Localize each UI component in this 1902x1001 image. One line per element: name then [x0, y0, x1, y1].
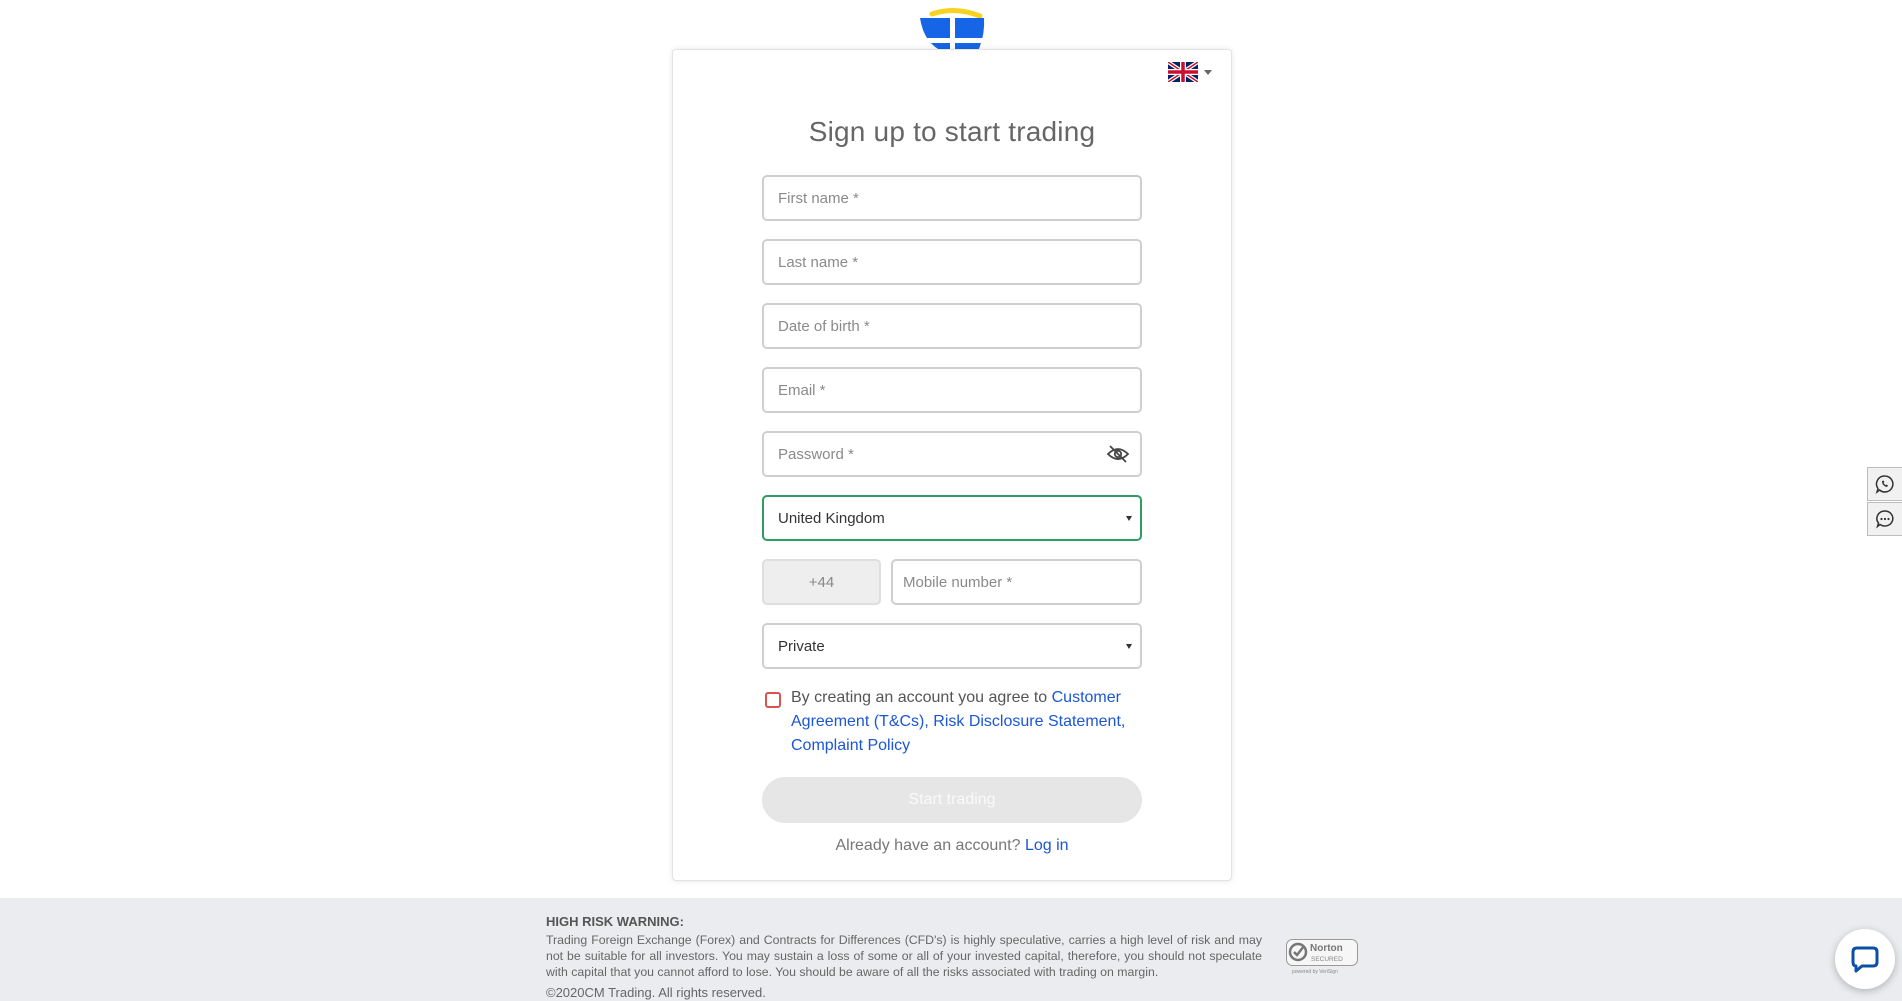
- login-prompt-text: Already have an account?: [835, 837, 1021, 854]
- last-name-input[interactable]: [764, 241, 1140, 283]
- livechat-bubble-icon: [1851, 946, 1879, 973]
- language-selector[interactable]: [1168, 62, 1212, 82]
- norton-secured-badge: Norton SECURED powered by VeriSign: [1286, 939, 1358, 975]
- norton-powered: powered by VeriSign: [1292, 969, 1338, 975]
- login-link[interactable]: Log in: [1025, 837, 1069, 854]
- terms-checkbox[interactable]: [765, 692, 781, 708]
- norton-brand: Norton: [1310, 943, 1343, 954]
- phone-prefix: +44: [762, 559, 881, 605]
- page-title: Sign up to start trading: [808, 116, 1096, 147]
- mobile-number-input[interactable]: [893, 561, 1140, 603]
- mobile-field-wrapper: [891, 559, 1142, 605]
- password-field-wrapper: [762, 431, 1142, 477]
- eye-icon[interactable]: [1106, 444, 1130, 464]
- chat-icon: [1876, 510, 1894, 529]
- account-type-select[interactable]: Private: [762, 623, 1142, 669]
- copyright: ©2020CM Trading. All rights reserved.: [546, 985, 766, 1000]
- country-select-value: United Kingdom: [778, 509, 885, 527]
- first-name-field-wrapper: [762, 175, 1142, 221]
- first-name-input[interactable]: [764, 177, 1140, 219]
- risk-warning-title: HIGH RISK WARNING:: [546, 914, 684, 929]
- risk-disclosure-link[interactable]: Risk Disclosure Statement,: [933, 713, 1125, 730]
- livechat-bubble[interactable]: [1835, 929, 1895, 989]
- chevron-down-icon: [1204, 69, 1212, 75]
- chevron-down-icon: [1126, 644, 1132, 649]
- uk-flag-icon: [1168, 62, 1198, 82]
- account-type-value: Private: [778, 637, 825, 655]
- chat-button[interactable]: [1867, 502, 1902, 536]
- terms-text: By creating an account you agree to Cust…: [791, 686, 1141, 758]
- start-trading-button[interactable]: Start trading: [762, 777, 1142, 823]
- password-input[interactable]: [764, 433, 1140, 475]
- risk-warning-text: Trading Foreign Exchange (Forex) and Con…: [546, 933, 1262, 979]
- country-select[interactable]: United Kingdom: [762, 495, 1142, 541]
- email-field-wrapper: [762, 367, 1142, 413]
- terms-intro: By creating an account you agree to: [791, 689, 1052, 706]
- date-of-birth-input[interactable]: [764, 305, 1140, 347]
- login-prompt: Already have an account? Log in: [672, 837, 1232, 855]
- whatsapp-button[interactable]: [1867, 467, 1902, 501]
- complaint-policy-link[interactable]: Complaint Policy: [791, 737, 910, 754]
- dob-field-wrapper: [762, 303, 1142, 349]
- chevron-down-icon: [1126, 516, 1132, 521]
- whatsapp-icon: [1875, 475, 1894, 494]
- last-name-field-wrapper: [762, 239, 1142, 285]
- email-input[interactable]: [764, 369, 1140, 411]
- norton-secured: SECURED: [1311, 956, 1343, 963]
